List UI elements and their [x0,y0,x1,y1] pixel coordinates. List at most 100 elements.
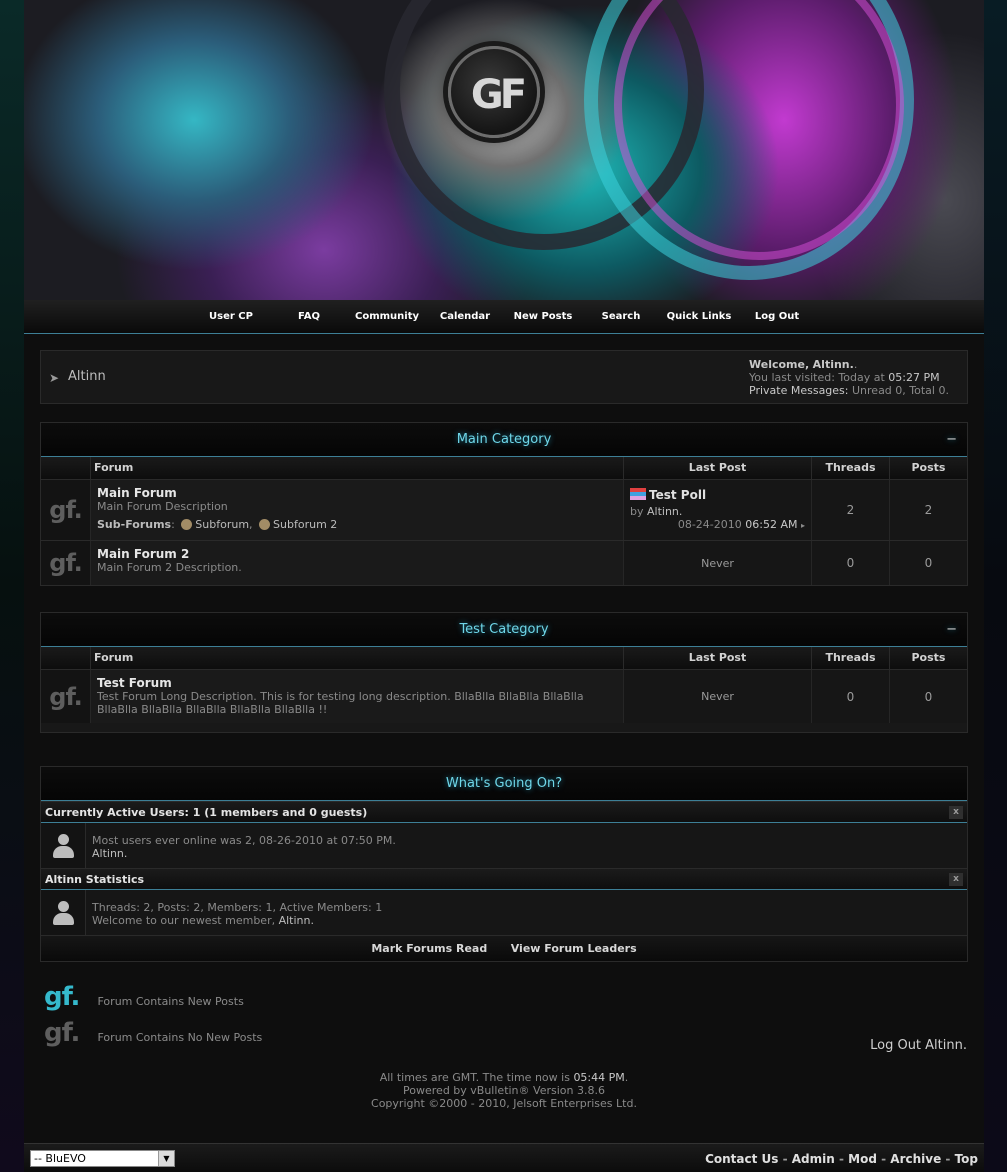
last-post-never: Never [624,541,812,585]
subforum-link[interactable]: Subforum [195,518,249,531]
statistics-line: Threads: 2, Posts: 2, Members: 1, Active… [92,901,383,914]
forum-row: gf. Main Forum 2 Main Forum 2 Descriptio… [41,540,967,585]
column-icon [41,457,91,479]
active-users-header: Currently Active Users: 1 (1 members and… [41,801,967,823]
category-test: Test Category − Forum Last Post Threads … [40,612,968,733]
whats-going-on-panel: What's Going On? Currently Active Users:… [40,766,968,962]
header-banner: GF [24,0,984,300]
subforum-icon [181,519,193,530]
collapse-active-users-button[interactable]: x [949,806,963,819]
statistics-row: Threads: 2, Posts: 2, Members: 1, Active… [41,890,967,935]
time-prefix: All times are GMT. The time now is [379,1071,570,1084]
wgo-footer: Mark Forums Read View Forum Leaders [41,935,967,961]
subforum-link[interactable]: Subforum 2 [273,518,337,531]
poll-icon [630,488,646,500]
threads-count: 2 [812,480,890,540]
legend-old-text: Forum Contains No New Posts [97,1031,263,1044]
threads-count: 0 [812,541,890,585]
wgo-title: What's Going On? [445,776,563,791]
category-title[interactable]: Test Category [459,622,548,637]
nav-user-cp[interactable]: User CP [192,311,270,322]
go-to-last-post-icon[interactable]: ▸ [801,521,805,530]
category-header: Test Category − [41,613,967,647]
active-user-link[interactable]: Altinn. [92,847,396,860]
forum-row: gf. Test Forum Test Forum Long Descripti… [41,669,967,723]
posts-count: 0 [924,689,933,704]
bottom-bar: -- BluEVO ▼ Contact Us - Admin - Mod - A… [24,1143,984,1172]
column-header-row: Forum Last Post Threads Posts [41,647,967,669]
column-last-post: Last Post [624,647,812,669]
threads-count: 0 [812,670,890,723]
main-navbar: User CP FAQ Community Calendar New Posts… [24,300,984,334]
subforums-label: Sub-Forums [97,518,172,531]
user-icon [53,833,74,858]
posts-count: 0 [924,556,933,570]
collapse-statistics-button[interactable]: x [949,873,963,886]
subforum-icon [259,519,271,530]
chevron-down-icon: ▼ [158,1151,174,1166]
top-link[interactable]: Top [955,1152,978,1166]
nav-new-posts[interactable]: New Posts [504,311,582,322]
last-visited-label: You last visited: Today at [749,371,885,384]
forum-title[interactable]: Test Forum [97,676,617,690]
nav-quick-links[interactable]: Quick Links [660,311,738,322]
breadcrumb-title[interactable]: Altinn [68,369,106,384]
newest-member-prefix: Welcome to our newest member, [92,914,276,927]
admin-link[interactable]: Admin [792,1152,835,1166]
private-messages-link[interactable]: Private Messages: [749,384,849,397]
mod-link[interactable]: Mod [848,1152,877,1166]
forum-status-cell: gf. [41,670,91,723]
stats-icon-cell [41,890,86,935]
legend-new-text: Forum Contains New Posts [97,995,244,1008]
mark-forums-read-link[interactable]: Mark Forums Read [371,942,487,955]
last-post-by: by [630,505,644,518]
welcome-greeting: Welcome, [749,358,810,371]
column-threads: Threads [812,647,890,669]
wgo-header: What's Going On? [41,767,967,801]
column-forum: Forum [91,457,624,479]
collapse-button[interactable]: − [946,613,957,647]
site-logo[interactable]: GF [448,46,540,138]
last-post-cell: Test Poll by Altinn. 08-24-2010 06:52 AM… [624,480,812,540]
copyright: Copyright ©2000 - 2010, Jelsoft Enterpri… [371,1097,637,1110]
column-threads: Threads [812,457,890,479]
nav-calendar[interactable]: Calendar [426,311,504,322]
category-title[interactable]: Main Category [457,432,552,447]
welcome-panel: Welcome, Altinn.. You last visited: Toda… [749,358,949,397]
breadcrumb-arrow-icon: ➤ [49,371,60,385]
style-chooser-select[interactable]: -- BluEVO ▼ [30,1150,175,1167]
welcome-username[interactable]: Altinn. [813,358,854,371]
nav-community[interactable]: Community [348,311,426,322]
last-post-title[interactable]: Test Poll [649,488,706,502]
forum-title[interactable]: Main Forum [97,486,617,500]
active-users-heading[interactable]: Currently Active Users: 1 (1 members and… [45,806,367,819]
forum-old-icon: gf. [49,496,82,524]
active-users-row: Most users ever online was 2, 08-26-2010… [41,823,967,868]
column-header-row: Forum Last Post Threads Posts [41,457,967,479]
style-select-value: -- BluEVO [34,1152,86,1165]
collapse-button[interactable]: − [946,423,957,457]
forum-description: Main Forum Description [97,500,228,513]
last-visited-time: 05:27 PM [888,371,940,384]
footer-info: All times are GMT. The time now is 05:44… [24,1071,984,1110]
view-forum-leaders-link[interactable]: View Forum Leaders [511,942,637,955]
statistics-text: Threads: 2, Posts: 2, Members: 1, Active… [86,890,388,935]
contact-us-link[interactable]: Contact Us [705,1152,778,1166]
breadcrumb-bar: ➤ Altinn Welcome, Altinn.. You last visi… [40,350,968,404]
archive-link[interactable]: Archive [890,1152,941,1166]
nav-search[interactable]: Search [582,311,660,322]
log-out-link[interactable]: Log Out Altinn. [870,1038,967,1053]
forum-old-icon: gf. [49,549,82,577]
column-icon [41,647,91,669]
private-messages-count: Unread 0, Total 0. [852,384,949,397]
statistics-heading: Altinn Statistics [45,873,145,886]
last-post-time: 06:52 AM [745,518,798,531]
last-post-user[interactable]: Altinn. [647,505,682,518]
subforums-list: Sub-Forums: Subforum, Subforum 2 [97,518,338,531]
nav-faq[interactable]: FAQ [270,311,348,322]
nav-log-out[interactable]: Log Out [738,311,816,322]
newest-member-link[interactable]: Altinn. [279,914,314,927]
forum-title[interactable]: Main Forum 2 [97,547,617,561]
forum-status-cell: gf. [41,541,91,585]
forum-status-cell: gf. [41,480,91,540]
